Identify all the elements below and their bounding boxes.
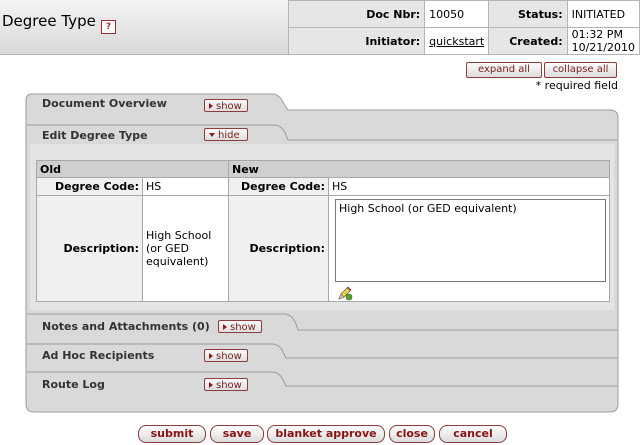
tab-document-overview-label: Document Overview [42, 97, 167, 110]
old-description-value: High School (or GED equivalent) [142, 195, 229, 302]
tab-ad-hoc-label: Ad Hoc Recipients [42, 349, 155, 362]
toggle-label: show [216, 101, 242, 112]
submit-button[interactable]: submit [138, 425, 206, 443]
new-degree-code-value: HS [328, 177, 610, 196]
tab-route-log-label: Route Log [42, 378, 105, 391]
route-log-show-button[interactable]: show [204, 378, 248, 391]
old-description-label: Description: [36, 195, 143, 302]
tab-notes-label: Notes and Attachments (0) [42, 320, 210, 333]
toggle-label: show [216, 351, 242, 362]
triangle-down-icon [209, 133, 215, 137]
notes-show-button[interactable]: show [218, 320, 262, 333]
new-degree-code-label: Degree Code: [228, 177, 329, 196]
toggle-label: show [216, 380, 242, 391]
close-button[interactable]: close [389, 425, 435, 443]
triangle-right-icon [209, 103, 213, 109]
toggle-label: show [230, 322, 256, 333]
description-textarea[interactable]: High School (or GED equivalent) [335, 199, 606, 282]
blanket-approve-button[interactable]: blanket approve [267, 425, 385, 443]
save-button[interactable]: save [210, 425, 264, 443]
old-degree-code-label: Degree Code: [36, 177, 143, 196]
cancel-button[interactable]: cancel [439, 425, 507, 443]
triangle-right-icon [223, 324, 227, 330]
edit-degree-type-hide-button[interactable]: hide [204, 128, 248, 141]
new-description-label: Description: [228, 195, 329, 302]
toggle-label: hide [218, 130, 240, 141]
ad-hoc-show-button[interactable]: show [204, 349, 248, 362]
tab-edit-degree-type-label: Edit Degree Type [42, 129, 148, 142]
old-column-header: Old [36, 160, 229, 178]
pencil-icon[interactable] [337, 285, 353, 301]
document-overview-show-button[interactable]: show [204, 99, 248, 112]
triangle-right-icon [209, 353, 213, 359]
old-degree-code-value: HS [142, 177, 229, 196]
triangle-right-icon [209, 382, 213, 388]
new-column-header: New [228, 160, 610, 178]
